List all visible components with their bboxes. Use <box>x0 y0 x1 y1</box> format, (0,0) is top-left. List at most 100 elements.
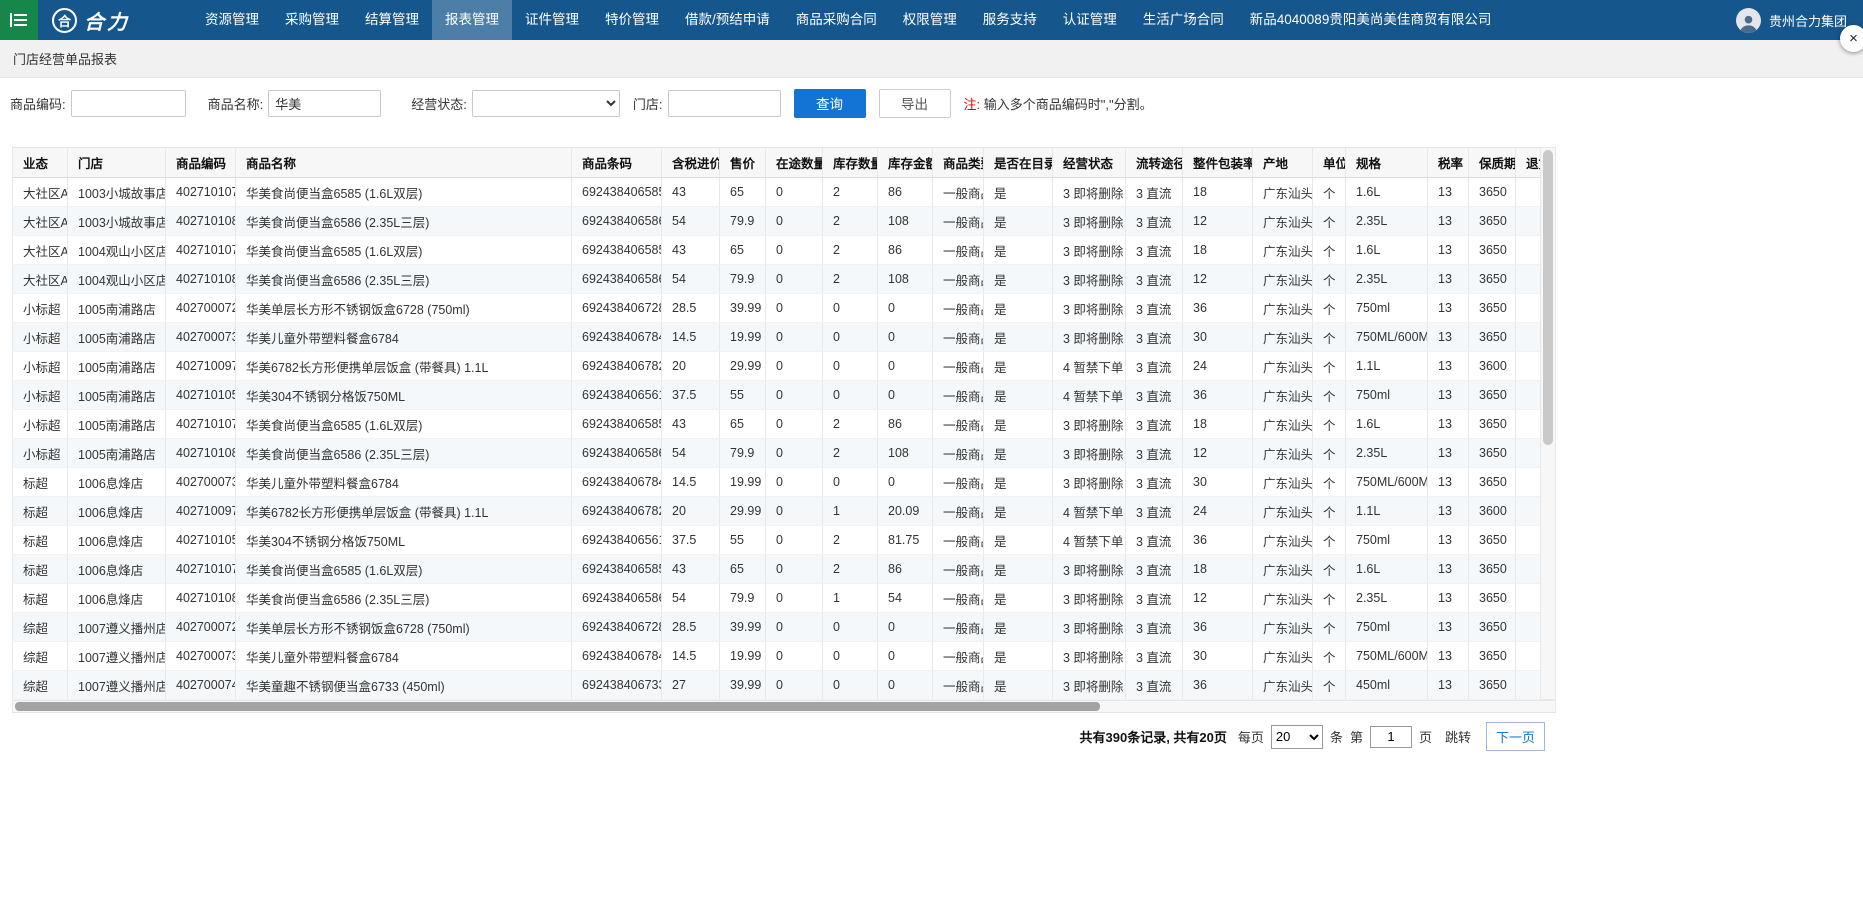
table-cell: 小标超 <box>13 410 68 439</box>
column-header: 整件包装率 <box>1183 148 1253 178</box>
table-cell: 一般商品 <box>933 468 984 497</box>
table-cell: 大社区A <box>13 207 68 236</box>
table-cell: 小标超 <box>13 439 68 468</box>
nav-item[interactable]: 资源管理 <box>192 0 272 40</box>
table-cell: 6924384065858 <box>572 410 662 439</box>
nav-item[interactable]: 报表管理 <box>432 0 512 40</box>
table-row[interactable]: 标超1006息烽店402710097华美6782长方形便携单层饭盒 (带餐具) … <box>13 497 1541 526</box>
table-row[interactable]: 大社区A1004观山小区店402710107华美食尚便当盒6585 (1.6L双… <box>13 236 1541 265</box>
nav-item[interactable]: 特价管理 <box>592 0 672 40</box>
table-cell <box>1516 671 1541 700</box>
table-row[interactable]: 标超1006息烽店402710108华美食尚便当盒6586 (2.35L三层)6… <box>13 584 1541 613</box>
table-row[interactable]: 小标超1005南浦路店402710107华美食尚便当盒6585 (1.6L双层)… <box>13 410 1541 439</box>
table-cell: 3 直流 <box>1126 265 1183 294</box>
table-cell: 3 即将删除 <box>1053 178 1126 207</box>
table-cell: 402710105 <box>166 381 236 410</box>
close-icon[interactable]: × <box>1840 25 1863 52</box>
table-cell: 6924384067289 <box>572 613 662 642</box>
table-cell: 13 <box>1428 352 1469 381</box>
table-row[interactable]: 标超1006息烽店402710107华美食尚便当盒6585 (1.6L双层)69… <box>13 555 1541 584</box>
table-row[interactable]: 大社区A1004观山小区店402710108华美食尚便当盒6586 (2.35L… <box>13 265 1541 294</box>
table-row[interactable]: 小标超1005南浦路店402710097华美6782长方形便携单层饭盒 (带餐具… <box>13 352 1541 381</box>
column-header: 在途数量 <box>766 148 823 178</box>
table-row[interactable]: 大社区A1003小城故事店402710108华美食尚便当盒6586 (2.35L… <box>13 207 1541 236</box>
vertical-scrollbar-thumb[interactable] <box>1543 150 1553 445</box>
table-cell: 是 <box>984 526 1053 555</box>
table-cell: 个 <box>1313 671 1346 700</box>
table-row[interactable]: 小标超1005南浦路店402700073华美儿童外带塑料餐盒6784692438… <box>13 323 1541 352</box>
table-cell: 华美食尚便当盒6585 (1.6L双层) <box>236 555 572 584</box>
table-cell: 4 暂禁下单 <box>1053 497 1126 526</box>
brand-logo[interactable]: 合 合力 <box>52 6 130 35</box>
table-cell: 0 <box>823 381 878 410</box>
table-cell: 广东汕头 <box>1253 642 1313 671</box>
table-cell: 65 <box>720 555 766 584</box>
nav-item[interactable]: 生活广场合同 <box>1130 0 1237 40</box>
table-cell <box>1516 497 1541 526</box>
nav-item[interactable]: 权限管理 <box>890 0 970 40</box>
search-button[interactable]: 查询 <box>794 89 866 118</box>
table-cell: 3 即将删除 <box>1053 584 1126 613</box>
table-cell: 1.6L <box>1346 410 1428 439</box>
filter-note: 注: 输入多个商品编码时","分割。 <box>964 94 1153 113</box>
table-cell: 0 <box>878 294 933 323</box>
column-header: 流转途径 <box>1126 148 1183 178</box>
store-input[interactable] <box>668 90 781 117</box>
table-row[interactable]: 小标超1005南浦路店402710108华美食尚便当盒6586 (2.35L三层… <box>13 439 1541 468</box>
nav-item[interactable]: 商品采购合同 <box>783 0 890 40</box>
table-row[interactable]: 大社区A1003小城故事店402710107华美食尚便当盒6585 (1.6L双… <box>13 178 1541 207</box>
vertical-scrollbar[interactable] <box>1540 147 1556 700</box>
table-cell: 37.5 <box>662 526 720 555</box>
product-code-input[interactable] <box>71 90 186 117</box>
table-row[interactable]: 综超1007遵义播州店402700074华美童趣不锈钢便当盒6733 (450m… <box>13 671 1541 700</box>
table-cell: 华美食尚便当盒6585 (1.6L双层) <box>236 236 572 265</box>
table-row[interactable]: 标超1006息烽店402710105华美304不锈钢分格饭750ML692438… <box>13 526 1541 555</box>
table-cell: 12 <box>1183 207 1253 236</box>
table-cell: 2 <box>823 410 878 439</box>
table-cell: 13 <box>1428 381 1469 410</box>
nav-item[interactable]: 借款/预结申请 <box>672 0 783 40</box>
table-cell: 一般商品 <box>933 613 984 642</box>
table-cell: 402710108 <box>166 584 236 613</box>
table-cell: 一般商品 <box>933 207 984 236</box>
per-page-select[interactable]: 20 <box>1271 725 1323 749</box>
table-cell: 3 即将删除 <box>1053 555 1126 584</box>
horizontal-scrollbar-thumb[interactable] <box>15 702 1100 711</box>
table-cell: 2.35L <box>1346 265 1428 294</box>
table-cell: 13 <box>1428 294 1469 323</box>
nav-item[interactable]: 结算管理 <box>352 0 432 40</box>
table-row[interactable]: 综超1007遵义播州店402700073华美儿童外带塑料餐盒6784692438… <box>13 642 1541 671</box>
nav-item[interactable]: 认证管理 <box>1050 0 1130 40</box>
operation-status-select[interactable] <box>472 90 620 117</box>
table-cell: 86 <box>878 555 933 584</box>
table-row[interactable]: 小标超1005南浦路店402700072华美单层长方形不锈钢饭盒6728 (75… <box>13 294 1541 323</box>
nav-item[interactable]: 证件管理 <box>512 0 592 40</box>
nav-item[interactable]: 新品4040089贵阳美尚美佳商贸有限公司 <box>1237 0 1505 40</box>
table-cell: 0 <box>766 584 823 613</box>
table-cell: 3650 <box>1469 294 1516 323</box>
page-number-input[interactable] <box>1370 726 1412 748</box>
nav-item[interactable]: 采购管理 <box>272 0 352 40</box>
export-button[interactable]: 导出 <box>879 89 951 118</box>
table-cell: 36 <box>1183 381 1253 410</box>
table-cell: 13 <box>1428 642 1469 671</box>
table-cell: 86 <box>878 178 933 207</box>
table-row[interactable]: 综超1007遵义播州店402700072华美单层长方形不锈钢饭盒6728 (75… <box>13 613 1541 642</box>
table-cell: 是 <box>984 381 1053 410</box>
table-cell: 华美食尚便当盒6585 (1.6L双层) <box>236 410 572 439</box>
table-cell: 3600 <box>1469 497 1516 526</box>
table-cell: 3 直流 <box>1126 207 1183 236</box>
column-header: 商品条码 <box>572 148 662 178</box>
table-cell: 1007遵义播州店 <box>68 613 166 642</box>
product-name-input[interactable] <box>268 90 381 117</box>
table-row[interactable]: 标超1006息烽店402700073华美儿童外带塑料餐盒678469243840… <box>13 468 1541 497</box>
table-cell: 402700072 <box>166 613 236 642</box>
table-row[interactable]: 小标超1005南浦路店402710105华美304不锈钢分格饭750ML6924… <box>13 381 1541 410</box>
next-page-button[interactable]: 下一页 <box>1486 722 1545 751</box>
table-cell: 12 <box>1183 265 1253 294</box>
table-cell: 0 <box>766 207 823 236</box>
nav-item[interactable]: 服务支持 <box>970 0 1050 40</box>
jump-button[interactable]: 跳转 <box>1445 727 1471 746</box>
hamburger-menu-button[interactable] <box>0 0 38 40</box>
horizontal-scrollbar[interactable] <box>12 700 1556 713</box>
